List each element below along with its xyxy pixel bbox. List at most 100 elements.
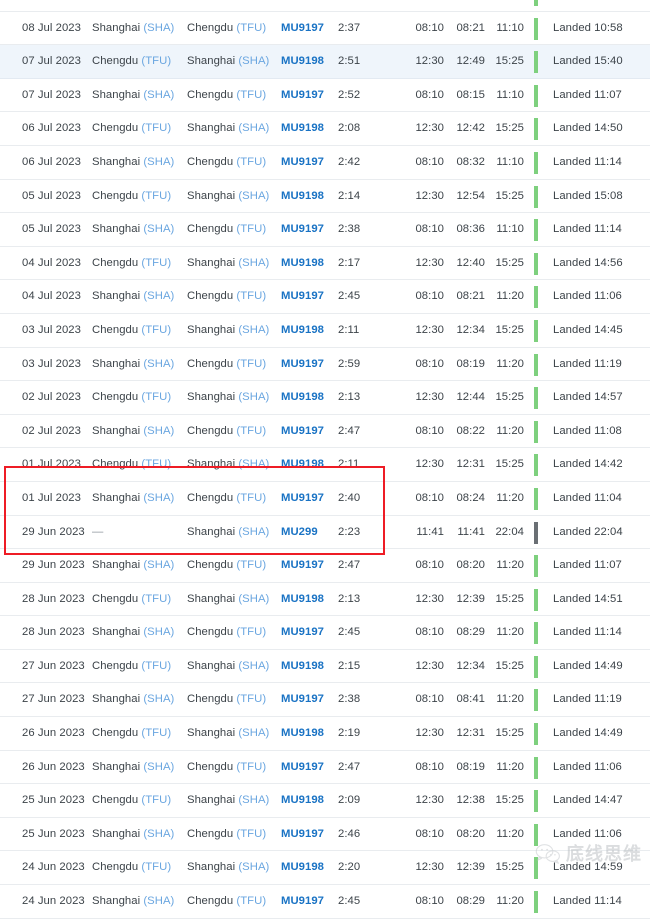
flight-number-link[interactable]: MU9197 <box>281 616 324 650</box>
flight-number-link[interactable]: MU9198 <box>281 180 324 214</box>
table-row[interactable]: 07 Jul 2023 Chengdu (TFU) Shanghai (SHA) MU… <box>0 45 650 79</box>
actual-departure-time: 08:19 <box>456 760 485 773</box>
flight-number-link[interactable]: MU9198 <box>281 851 324 885</box>
actual-departure-time: 11:41 <box>457 525 485 538</box>
airport-code: (TFU) <box>141 256 172 269</box>
origin-airport: Shanghai (SHA) <box>92 693 175 706</box>
table-row[interactable]: 01 Jul 2023 Chengdu (TFU) Shanghai (SHA) MU… <box>0 448 650 482</box>
table-row[interactable]: 06 Jul 2023 Shanghai (SHA) Chengdu (TFU) MU… <box>0 145 650 180</box>
flight-number-link[interactable]: MU9197 <box>281 348 324 382</box>
origin-airport: Shanghai (SHA) <box>92 88 175 101</box>
table-row[interactable]: 05 Jul 2023 Chengdu (TFU) Shanghai (SHA) MU… <box>0 179 650 214</box>
flight-number-link[interactable]: MU9197 <box>281 683 324 717</box>
airport-code: (TFU) <box>236 693 267 706</box>
flight-number-link[interactable]: MU299 <box>281 516 318 550</box>
table-row[interactable]: 26 Jun 2023 Chengdu (TFU) Shanghai (SHA) MU… <box>0 717 650 751</box>
status-badge: Landed 11:07 <box>553 88 622 101</box>
flight-number-link[interactable]: MU9198 <box>281 448 324 482</box>
table-row[interactable]: 28 Jun 2023 Shanghai (SHA) Chengdu (TFU) MU… <box>0 616 650 650</box>
flight-duration: 2:13 <box>338 592 361 605</box>
table-row[interactable]: 07 Jul 2023 Shanghai (SHA) Chengdu (TFU) MU… <box>0 78 650 113</box>
table-row[interactable]: 01 Jul 2023 Shanghai (SHA) Chengdu (TFU) MU… <box>0 481 650 516</box>
status-indicator-bar <box>534 151 538 174</box>
table-row[interactable]: 06 Jul 2023 Chengdu (TFU) Shanghai (SHA) MU… <box>0 112 650 146</box>
scheduled-arrival-time: 15:25 <box>495 391 524 404</box>
flight-number-link[interactable]: MU9197 <box>281 79 324 113</box>
table-row[interactable]: 08 Jul 2023 Shanghai (SHA) Chengdu (TFU) MU… <box>0 11 650 46</box>
table-row[interactable]: 04 Jul 2023 Shanghai (SHA) Chengdu (TFU) MU… <box>0 280 650 314</box>
destination-airport: Chengdu (TFU) <box>187 88 267 101</box>
flight-number-link[interactable]: MU9197 <box>281 0 324 12</box>
flight-number-link[interactable]: MU9198 <box>281 381 324 415</box>
table-row[interactable]: 25 Jun 2023 Shanghai (SHA) Chengdu (TFU) MU… <box>0 817 650 852</box>
flight-number-link[interactable]: MU9198 <box>281 247 324 281</box>
table-row[interactable]: 04 Jul 2023 Chengdu (TFU) Shanghai (SHA) MU… <box>0 246 650 281</box>
actual-departure-time: 12:44 <box>456 391 485 404</box>
table-row[interactable]: 24 Jun 2023 Chengdu (TFU) Shanghai (SHA) MU… <box>0 851 650 886</box>
table-row[interactable]: 05 Jul 2023 Shanghai (SHA) Chengdu (TFU) MU… <box>0 213 650 247</box>
destination-airport: Shanghai (SHA) <box>187 727 270 740</box>
status-badge: Landed 11:08 <box>553 424 622 437</box>
destination-airport: Chengdu (TFU) <box>187 895 267 908</box>
flight-number-link[interactable]: MU9198 <box>281 650 324 684</box>
status-badge: Landed 11:07 <box>553 559 622 572</box>
flight-number-link[interactable]: MU9197 <box>281 213 324 247</box>
flight-number-link[interactable]: MU9198 <box>281 112 324 146</box>
table-row[interactable]: 25 Jun 2023 Chengdu (TFU) Shanghai (SHA) MU… <box>0 784 650 818</box>
flight-number-link[interactable]: MU9197 <box>281 885 324 919</box>
flight-duration: 2:42 <box>338 155 361 168</box>
flight-date: 01 Jul 2023 <box>22 458 81 471</box>
table-row[interactable]: 28 Jun 2023 Chengdu (TFU) Shanghai (SHA) MU… <box>0 582 650 617</box>
airport-code: (SHA) <box>143 357 175 370</box>
status-indicator-bar <box>534 588 538 611</box>
flight-number-link[interactable]: MU9198 <box>281 45 324 79</box>
flight-number-link[interactable]: MU9198 <box>281 784 324 818</box>
destination-airport: Shanghai (SHA) <box>187 256 270 269</box>
status-badge: Landed 11:06 <box>553 290 622 303</box>
table-row[interactable]: 02 Jul 2023 Chengdu (TFU) Shanghai (SHA) MU… <box>0 381 650 415</box>
flight-number-link[interactable]: MU9197 <box>281 818 324 852</box>
table-row[interactable]: 02 Jul 2023 Shanghai (SHA) Chengdu (TFU) MU… <box>0 414 650 449</box>
table-row[interactable]: 24 Jun 2023 Shanghai (SHA) Chengdu (TFU) MU… <box>0 885 650 919</box>
airport-code: (TFU) <box>236 559 267 572</box>
flight-number-link[interactable]: MU9198 <box>281 314 324 348</box>
status-badge: Landed 22:04 <box>553 525 623 538</box>
airport-code: (TFU) <box>236 827 267 840</box>
table-row[interactable]: 27 Jun 2023 Shanghai (SHA) Chengdu (TFU) MU… <box>0 683 650 718</box>
flight-number-link[interactable]: MU9197 <box>281 146 324 180</box>
scheduled-arrival-time: 11:20 <box>496 290 524 303</box>
scheduled-arrival-time: 15:25 <box>495 122 524 135</box>
airport-code: (SHA) <box>238 55 270 68</box>
table-row[interactable]: 29 Jun 2023 — Shanghai (SHA) MU299 2:23 11:41… <box>0 515 650 550</box>
table-row[interactable]: 27 Jun 2023 Chengdu (TFU) Shanghai (SHA) MU… <box>0 649 650 684</box>
flight-date: 03 Jul 2023 <box>22 323 81 336</box>
flight-number-link[interactable]: MU9198 <box>281 717 324 751</box>
origin-airport: Shanghai (SHA) <box>92 559 175 572</box>
flight-number-link[interactable]: MU9197 <box>281 280 324 314</box>
table-row[interactable]: 26 Jun 2023 Shanghai (SHA) Chengdu (TFU) MU… <box>0 750 650 785</box>
table-row[interactable]: 03 Jul 2023 Shanghai (SHA) Chengdu (TFU) MU… <box>0 347 650 382</box>
airport-code: (SHA) <box>238 122 270 135</box>
origin-airport: — <box>92 525 104 538</box>
flight-number-link[interactable]: MU9197 <box>281 751 324 785</box>
table-row[interactable]: 07 Jul 2023 Shanghai (SHA) Chengdu (TFU) MU… <box>0 0 650 12</box>
table-row[interactable]: 03 Jul 2023 Chengdu (TFU) Shanghai (SHA) MU… <box>0 313 650 348</box>
status-badge: Landed 14:49 <box>553 727 623 740</box>
destination-airport: Shanghai (SHA) <box>187 525 270 538</box>
flight-number-link[interactable]: MU9198 <box>281 583 324 617</box>
origin-airport: Chengdu (TFU) <box>92 592 172 605</box>
flight-number-link[interactable]: MU9197 <box>281 12 324 46</box>
status-badge: Landed 15:08 <box>553 189 623 202</box>
destination-airport: Shanghai (SHA) <box>187 458 270 471</box>
actual-departure-time: 08:29 <box>456 895 485 908</box>
flight-number-link[interactable]: MU9197 <box>281 482 324 516</box>
destination-airport: Shanghai (SHA) <box>187 122 270 135</box>
flight-number-link[interactable]: MU9197 <box>281 549 324 583</box>
scheduled-departure-time: 08:10 <box>415 693 444 706</box>
flight-date: 26 Jun 2023 <box>22 760 85 773</box>
flight-number-link[interactable]: MU9197 <box>281 415 324 449</box>
status-badge: Landed 14:51 <box>553 592 623 605</box>
table-row[interactable]: 29 Jun 2023 Shanghai (SHA) Chengdu (TFU) MU… <box>0 549 650 583</box>
destination-airport: Shanghai (SHA) <box>187 391 270 404</box>
origin-airport: Shanghai (SHA) <box>92 424 175 437</box>
